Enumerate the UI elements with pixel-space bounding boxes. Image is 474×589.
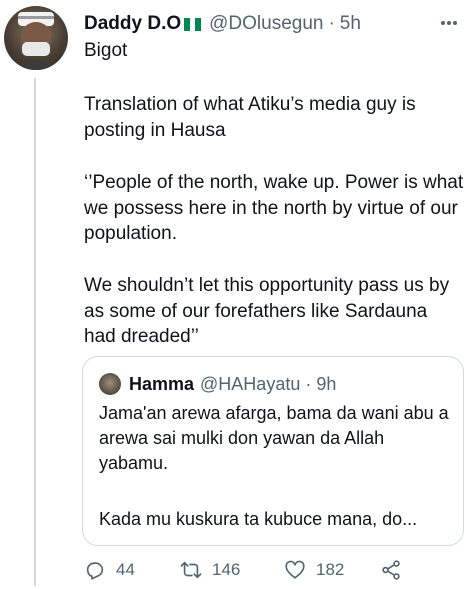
reply-icon <box>86 562 104 580</box>
more-options-icon[interactable] <box>438 12 460 34</box>
quoted-tweet-paragraph-2: Kada mu kuskura ta kubuce mana, do... <box>99 509 418 529</box>
retweet-count: 146 <box>212 560 241 579</box>
quoted-tweet-header: Hamma @HAHayatu · 9h <box>129 371 336 397</box>
like-button[interactable]: 182 <box>284 555 344 585</box>
quoted-author-name: Hamma <box>129 373 195 394</box>
author-avatar[interactable] <box>4 6 68 70</box>
share-button[interactable] <box>380 555 412 585</box>
quoted-author-handle: @HAHayatu <box>200 373 301 394</box>
tweet-text-paragraph-3: ‘’People of the north, wake up. Power is… <box>84 172 464 244</box>
author-handle[interactable]: @DOlusegun <box>209 13 323 35</box>
tweet-text-line-1: Bigot <box>84 40 128 61</box>
author-name[interactable]: Daddy D.O <box>84 13 181 35</box>
tweet-header: Daddy D.O @DOlusegun · 5h <box>84 10 361 38</box>
separator-dot: · <box>328 13 335 34</box>
thread-line <box>34 78 36 586</box>
quoted-tweet[interactable]: Hamma @HAHayatu · 9h Jama'an arewa afarg… <box>82 356 464 546</box>
tweet-card[interactable]: Daddy D.O @DOlusegun · 5h Bigot Translat… <box>0 0 474 589</box>
quoted-author-avatar <box>99 373 121 395</box>
heart-icon <box>285 560 305 579</box>
tweet-text-paragraph-2: Translation of what Atiku’s media guy is… <box>84 94 416 141</box>
reply-count: 44 <box>116 560 135 579</box>
like-count: 182 <box>316 560 345 579</box>
reply-button[interactable]: 44 <box>84 555 135 585</box>
retweet-icon <box>180 561 202 579</box>
share-icon <box>382 560 400 580</box>
quoted-tweet-paragraph-1: Jama'an arewa afarga, bama da wani abu a… <box>99 403 449 473</box>
tweet-time[interactable]: 5h <box>340 13 361 35</box>
retweet-button[interactable]: 146 <box>180 555 240 585</box>
separator-dot: · <box>305 373 312 394</box>
quoted-tweet-time: 9h <box>316 373 337 394</box>
tweet-actions: 44 146 182 <box>84 555 464 585</box>
nigeria-flag-icon <box>184 17 202 31</box>
tweet-text-paragraph-4: We shouldn’t let this opportunity pass u… <box>84 275 450 347</box>
